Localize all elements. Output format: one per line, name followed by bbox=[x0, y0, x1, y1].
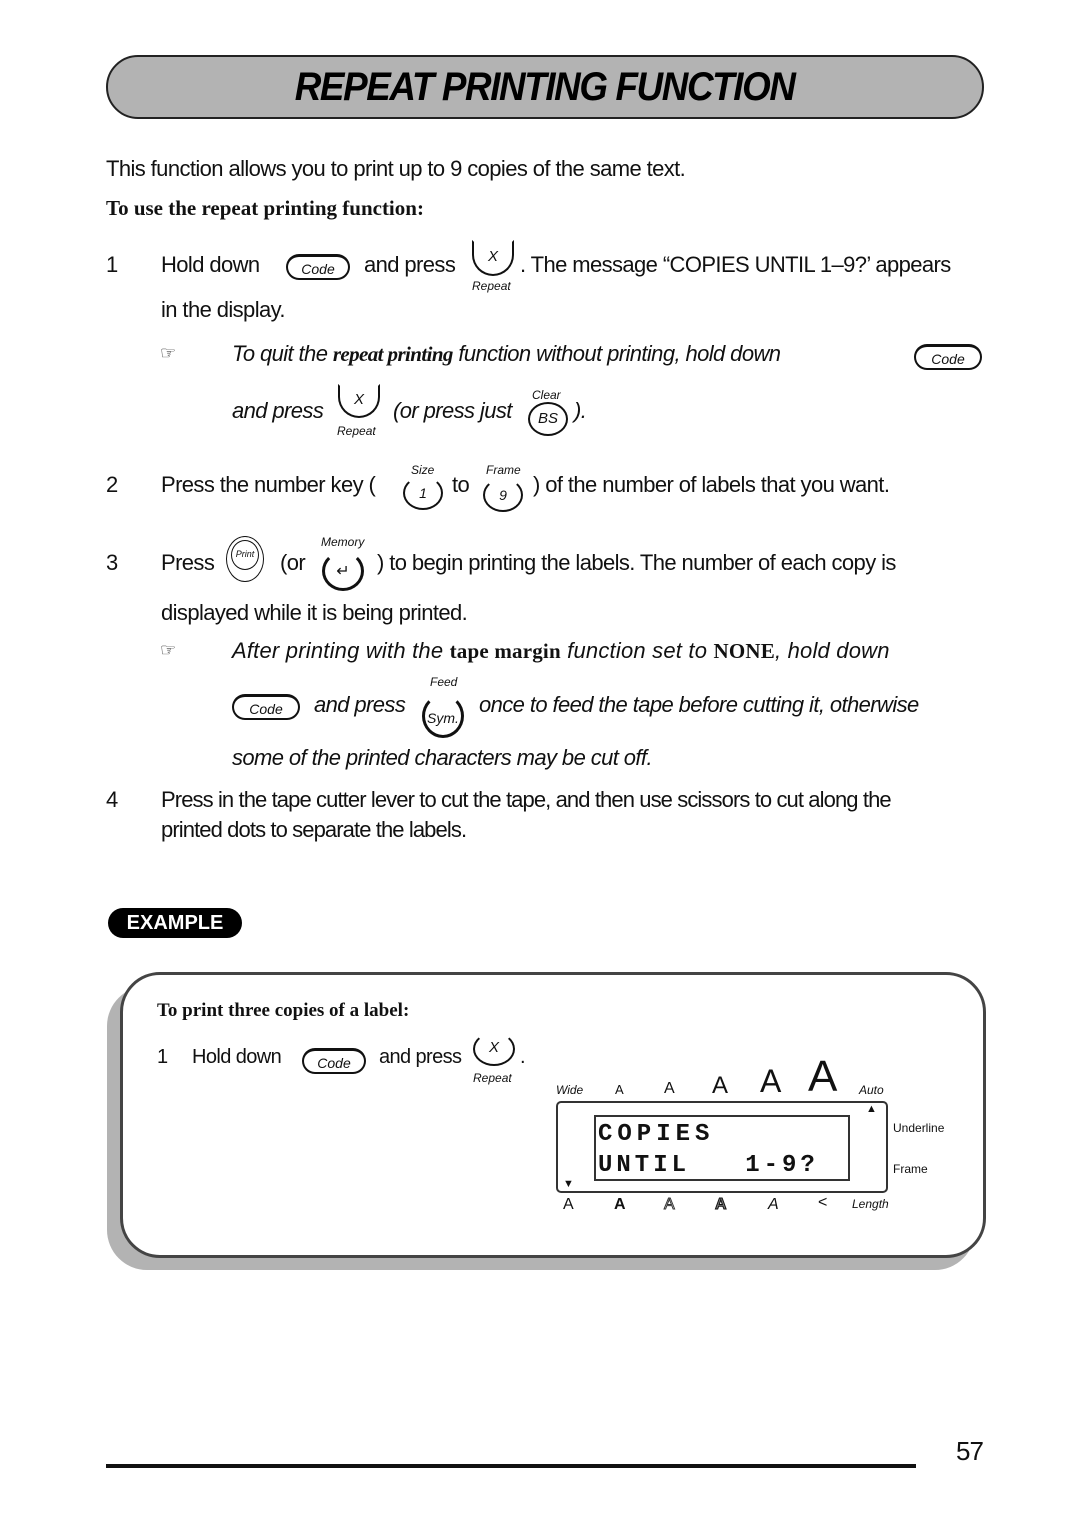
step-1-text-d: in the display. bbox=[161, 297, 286, 322]
note-1-and-press: and press bbox=[232, 398, 324, 423]
note-2-line-2: once to feed the tape before cutting it,… bbox=[479, 692, 919, 717]
code-key: Code bbox=[302, 1048, 366, 1074]
example-badge: EXAMPLE bbox=[108, 908, 242, 938]
step-2-text-c: ) of the number of labels that you want. bbox=[533, 472, 890, 497]
step-1-text-c: . The message “COPIES UNTIL 1–9?’ appear… bbox=[520, 252, 951, 277]
repeat-key-caption: Repeat bbox=[472, 279, 511, 293]
lcd-line-2: UNTIL 1-9? bbox=[598, 1152, 819, 1179]
x-repeat-key: X bbox=[473, 1032, 515, 1066]
pointing-hand-icon: ☞ bbox=[160, 640, 177, 660]
step-3-text-d: displayed while it is being printed. bbox=[161, 600, 468, 625]
lcd-bottom-label-length: Length bbox=[852, 1197, 889, 1211]
step-4-number: 4 bbox=[106, 787, 118, 812]
lcd-style-indicator: A bbox=[715, 1196, 728, 1214]
step-1-number: 1 bbox=[106, 252, 118, 277]
size-key-caption: Size bbox=[411, 463, 435, 477]
code-key: Code bbox=[286, 254, 350, 280]
step-4-line-2: printed dots to separate the labels. bbox=[161, 817, 467, 842]
lcd-top-label-auto: Auto bbox=[859, 1083, 884, 1097]
down-arrow-icon: ▼ bbox=[563, 1178, 574, 1190]
note-2-line-3: some of the printed characters may be cu… bbox=[232, 745, 653, 770]
code-key: Code bbox=[232, 694, 300, 720]
step-2-number: 2 bbox=[106, 472, 118, 497]
example-step-text-a: Hold down bbox=[192, 1046, 282, 1068]
x-repeat-key: X bbox=[472, 240, 514, 276]
feed-key-caption: Feed bbox=[430, 675, 458, 689]
bs-key: BS bbox=[528, 402, 568, 436]
code-key: Code bbox=[914, 344, 982, 370]
number-9-key: 9 bbox=[483, 478, 523, 512]
step-4-line-1: Press in the tape cutter lever to cut th… bbox=[161, 787, 892, 812]
page-title: REPEAT PRINTING FUNCTION bbox=[295, 64, 796, 109]
lcd-style-indicator: A bbox=[768, 1196, 779, 1213]
step-2-text-a: Press the number key ( bbox=[161, 472, 376, 497]
subheading: To use the repeat printing function: bbox=[106, 196, 424, 220]
page-number: 57 bbox=[956, 1436, 984, 1466]
clear-key-caption: Clear bbox=[532, 388, 561, 402]
lcd-size-indicator: A bbox=[712, 1072, 729, 1099]
note-1-line-1: To quit the repeat printing function wit… bbox=[232, 341, 781, 366]
step-3-number: 3 bbox=[106, 550, 118, 575]
note-1-close: ). bbox=[574, 398, 587, 423]
up-arrow-icon: ▲ bbox=[866, 1103, 877, 1115]
example-heading: To print three copies of a label: bbox=[157, 1000, 410, 1021]
lcd-size-indicator: A bbox=[664, 1080, 675, 1097]
memory-key-caption: Memory bbox=[321, 535, 365, 549]
intro-text: This function allows you to print up to … bbox=[106, 156, 686, 181]
frame-key-caption: Frame bbox=[486, 463, 521, 477]
lcd-vertical-indicator: < bbox=[818, 1194, 828, 1211]
example-step-text-c: . bbox=[520, 1046, 526, 1068]
example-step-number: 1 bbox=[157, 1046, 168, 1068]
step-1-text-a: Hold down bbox=[161, 252, 260, 277]
note-2-line-1: After printing with the tape margin func… bbox=[232, 638, 890, 663]
step-2-text-b: to bbox=[452, 472, 470, 497]
footer-rule bbox=[106, 1464, 916, 1468]
example-step-text-b: and press bbox=[379, 1046, 462, 1068]
note-2-and-press: and press bbox=[314, 692, 406, 717]
lcd-top-label-wide: Wide bbox=[556, 1083, 584, 1097]
repeat-key-caption: Repeat bbox=[473, 1071, 512, 1085]
lcd-style-indicator: A bbox=[664, 1196, 676, 1214]
step-3-text-c: ) to begin printing the labels. The numb… bbox=[377, 550, 896, 575]
lcd-size-indicator: A bbox=[615, 1082, 624, 1097]
x-repeat-key: X bbox=[338, 384, 380, 418]
note-1-or-press-just: (or press just bbox=[393, 398, 512, 423]
step-3-text-b: (or bbox=[280, 550, 306, 575]
step-3-text-a: Press bbox=[161, 550, 215, 575]
lcd-line-1: COPIES bbox=[598, 1121, 715, 1148]
lcd-right-label-frame: Frame bbox=[893, 1162, 928, 1176]
lcd-style-indicator: A bbox=[614, 1196, 626, 1213]
pointing-hand-icon: ☞ bbox=[160, 343, 177, 363]
page-title-banner: REPEAT PRINTING FUNCTION bbox=[106, 55, 984, 119]
number-1-key: 1 bbox=[403, 476, 443, 510]
sym-key: Sym. bbox=[422, 694, 464, 738]
lcd-size-indicator: A bbox=[760, 1063, 782, 1099]
lcd-style-indicator: A bbox=[563, 1196, 574, 1213]
repeat-key-caption: Repeat bbox=[337, 424, 376, 438]
print-key: Print bbox=[226, 536, 264, 582]
enter-key: ↵ bbox=[322, 551, 364, 591]
lcd-right-label-underline: Underline bbox=[893, 1121, 945, 1135]
step-1-text-b: and press bbox=[364, 252, 456, 277]
lcd-size-indicator: A bbox=[808, 1052, 838, 1101]
